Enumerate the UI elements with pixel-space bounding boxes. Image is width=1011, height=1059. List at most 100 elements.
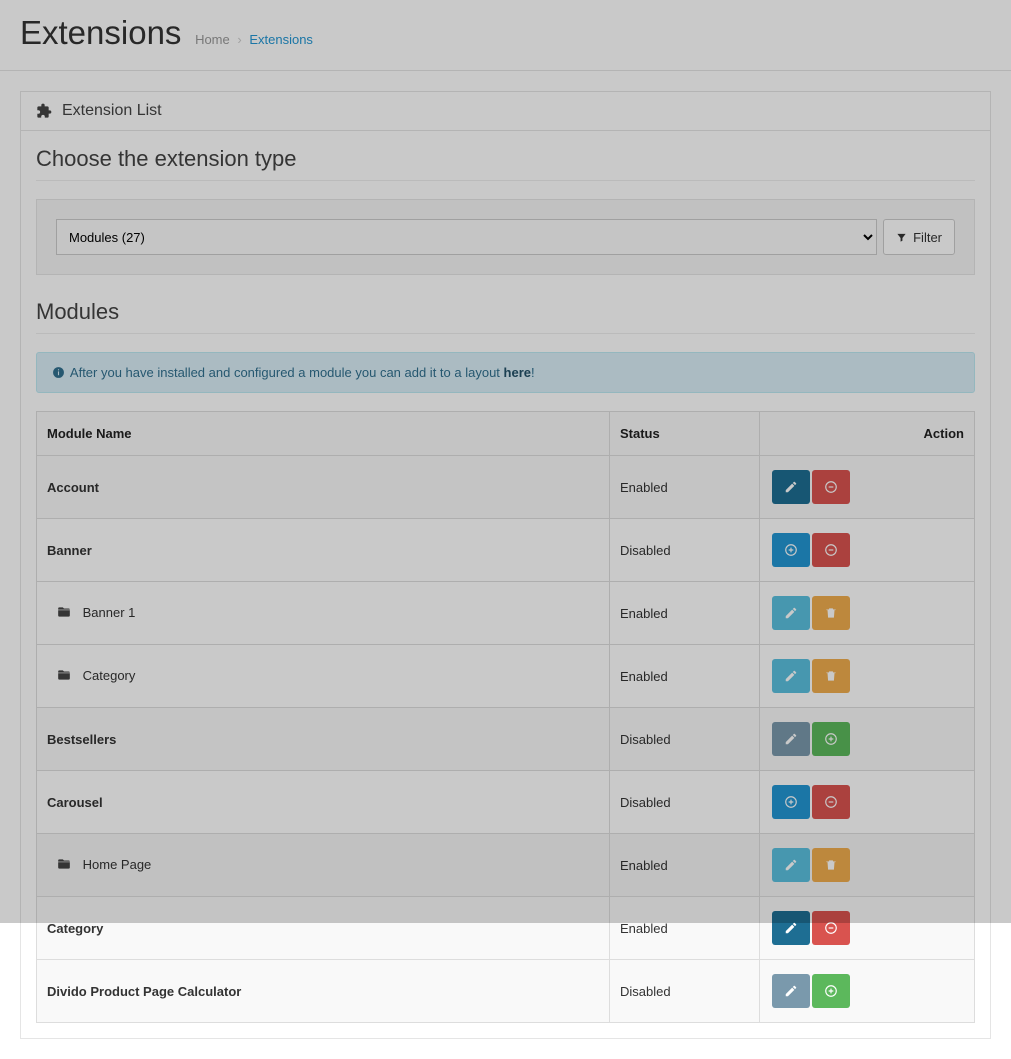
uninstall-button[interactable] — [812, 911, 850, 945]
module-status: Disabled — [610, 960, 760, 1023]
breadcrumb-current[interactable]: Extensions — [249, 32, 313, 47]
module-actions — [760, 771, 975, 834]
plus-icon — [824, 732, 838, 746]
module-status: Disabled — [610, 771, 760, 834]
choose-heading: Choose the extension type — [36, 146, 975, 181]
puzzle-icon — [36, 103, 52, 119]
module-name-cell: Divido Product Page Calculator — [37, 960, 610, 1023]
module-status: Enabled — [610, 897, 760, 960]
filter-well: Modules (27) Filter — [36, 199, 975, 275]
module-name-cell: Carousel — [37, 771, 610, 834]
module-child-row: Home Page Enabled — [37, 834, 975, 897]
edit-button[interactable] — [772, 596, 810, 630]
plus-icon — [784, 795, 798, 809]
col-status: Status — [610, 412, 760, 456]
delete-button[interactable] — [812, 596, 850, 630]
minus-icon — [824, 921, 838, 935]
module-actions — [760, 456, 975, 519]
module-name: Category — [83, 668, 136, 683]
uninstall-button[interactable] — [812, 470, 850, 504]
module-row: AccountEnabled — [37, 456, 975, 519]
module-name-cell: Home Page — [37, 834, 610, 897]
module-status: Enabled — [610, 582, 760, 645]
module-child-row: Banner 1 Enabled — [37, 582, 975, 645]
pencil-icon — [784, 984, 798, 998]
module-actions — [760, 519, 975, 582]
module-name-cell: Category — [37, 897, 610, 960]
module-name-cell: Account — [37, 456, 610, 519]
add-button[interactable] — [772, 785, 810, 819]
uninstall-button[interactable] — [812, 533, 850, 567]
delete-button[interactable] — [812, 659, 850, 693]
col-action: Action — [760, 412, 975, 456]
module-status: Disabled — [610, 708, 760, 771]
uninstall-button[interactable] — [812, 785, 850, 819]
folder-open-icon — [57, 668, 71, 682]
trash-icon — [824, 858, 838, 872]
info-icon — [52, 366, 65, 379]
edit-button[interactable] — [772, 659, 810, 693]
module-row: CarouselDisabled — [37, 771, 975, 834]
folder-open-icon — [57, 605, 71, 619]
module-actions — [760, 897, 975, 960]
module-name-cell: Category — [37, 645, 610, 708]
page-header: Extensions Home › Extensions — [0, 0, 1011, 71]
pencil-icon — [784, 732, 798, 746]
module-name-cell: Banner 1 — [37, 582, 610, 645]
module-row: BannerDisabled — [37, 519, 975, 582]
pencil-icon — [784, 921, 798, 935]
pencil-icon — [784, 480, 798, 494]
trash-icon — [824, 669, 838, 683]
modules-heading: Modules — [36, 299, 975, 334]
install-button[interactable] — [812, 974, 850, 1008]
module-row: BestsellersDisabled — [37, 708, 975, 771]
module-status: Disabled — [610, 519, 760, 582]
module-name: Banner 1 — [83, 605, 136, 620]
breadcrumb: Home › Extensions — [195, 32, 313, 47]
folder-open-icon — [57, 857, 71, 871]
edit-button[interactable] — [772, 974, 810, 1008]
add-button[interactable] — [772, 533, 810, 567]
delete-button[interactable] — [812, 848, 850, 882]
module-actions — [760, 582, 975, 645]
module-actions — [760, 960, 975, 1023]
filter-button[interactable]: Filter — [883, 219, 955, 255]
module-actions — [760, 708, 975, 771]
pencil-icon — [784, 669, 798, 683]
extension-type-select[interactable]: Modules (27) — [56, 219, 877, 255]
extension-list-panel: Extension List Choose the extension type… — [20, 91, 991, 1039]
panel-heading-text: Extension List — [62, 102, 162, 120]
minus-icon — [824, 795, 838, 809]
plus-icon — [784, 543, 798, 557]
install-button[interactable] — [812, 722, 850, 756]
minus-icon — [824, 480, 838, 494]
plus-icon — [824, 984, 838, 998]
module-child-row: Category Enabled — [37, 645, 975, 708]
module-row: Divido Product Page CalculatorDisabled — [37, 960, 975, 1023]
module-row: CategoryEnabled — [37, 897, 975, 960]
minus-icon — [824, 543, 838, 557]
pencil-icon — [784, 606, 798, 620]
pencil-icon — [784, 858, 798, 872]
module-status: Enabled — [610, 645, 760, 708]
layout-link[interactable]: here — [504, 365, 531, 380]
panel-heading: Extension List — [21, 92, 990, 131]
module-name-cell: Bestsellers — [37, 708, 610, 771]
edit-button[interactable] — [772, 848, 810, 882]
modules-table: Module Name Status Action AccountEnabled… — [36, 411, 975, 1023]
page-title: Extensions — [20, 14, 181, 52]
edit-button[interactable] — [772, 911, 810, 945]
trash-icon — [824, 606, 838, 620]
filter-icon — [896, 232, 907, 243]
module-name: Home Page — [83, 857, 152, 872]
module-status: Enabled — [610, 834, 760, 897]
module-status: Enabled — [610, 456, 760, 519]
breadcrumb-home[interactable]: Home — [195, 32, 230, 47]
module-actions — [760, 834, 975, 897]
module-name-cell: Banner — [37, 519, 610, 582]
edit-button[interactable] — [772, 722, 810, 756]
edit-button[interactable] — [772, 470, 810, 504]
module-actions — [760, 645, 975, 708]
col-module-name: Module Name — [37, 412, 610, 456]
info-alert: After you have installed and configured … — [36, 352, 975, 393]
